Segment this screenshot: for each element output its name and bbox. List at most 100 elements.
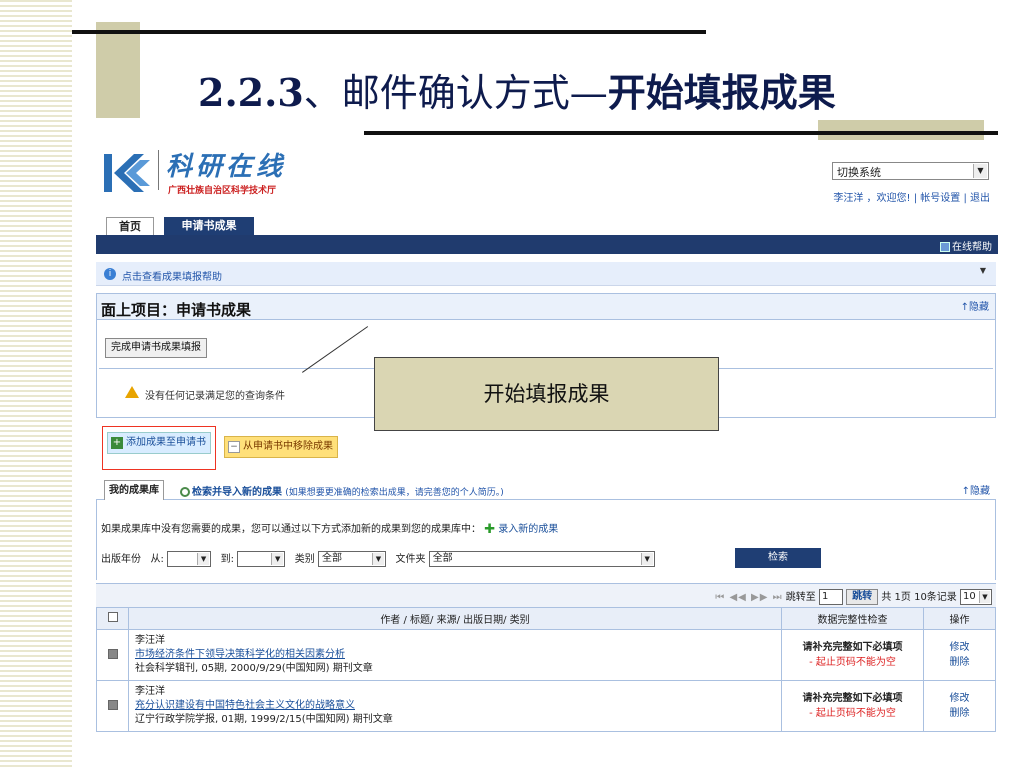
integrity-title: 请补充完整如下必填项: [802, 642, 903, 653]
search-icon: [180, 487, 190, 497]
year-label: 出版年份: [101, 554, 141, 565]
jump-button[interactable]: 跳转: [846, 589, 879, 605]
plus-icon: ✚: [484, 521, 496, 537]
tab-application-results[interactable]: 申请书成果: [164, 217, 254, 235]
add-to-application-button[interactable]: + 添加成果至申请书: [107, 432, 211, 454]
category-select[interactable]: 全部 ▼: [317, 551, 386, 567]
select-all-checkbox[interactable]: [107, 612, 118, 622]
library-body: 如果成果库中没有您需要的成果，您可以通过以下方式添加新的成果到您的成果库中： ✚…: [96, 500, 996, 580]
table-header-row: 作者 / 标题/ 来源/ 出版日期/ 类别 数据完整性检查 操作: [96, 607, 996, 630]
hide-link[interactable]: ↑隐藏: [962, 482, 990, 497]
ops-cell: 修改 删除: [923, 629, 996, 681]
decorative-block: [96, 22, 140, 118]
tab-search-import[interactable]: 检索并导入新的成果 (如果想要更准确的检索出成果，请完善您的个人简历。): [180, 483, 504, 498]
edit-link[interactable]: 修改: [924, 691, 995, 706]
add-to-application-label: 添加成果至申请书: [126, 437, 206, 448]
online-help-link[interactable]: 在线帮助: [940, 238, 992, 253]
pager-arrows[interactable]: ⏮ ◀◀ ▶▶ ⏭: [715, 592, 782, 603]
chevron-down-icon: ▼: [640, 553, 653, 565]
result-author: 李汪洋: [135, 686, 165, 697]
project-section-header: 面上项目：申请书成果 ↑隐藏: [97, 294, 995, 320]
folder-label: 文件夹: [395, 554, 426, 565]
search-button[interactable]: 检索: [735, 548, 821, 568]
remove-from-application-button[interactable]: − 从申请书中移除成果: [224, 436, 338, 458]
integrity-cell: 请补充完整如下必填项 - 起止页码不能为空: [781, 680, 924, 732]
info-icon: i: [104, 268, 116, 280]
integrity-error: - 起止页码不能为空: [809, 657, 896, 668]
logo-subtitle: 广西壮族自治区科学技术厅: [168, 186, 277, 196]
result-title-link[interactable]: 市场经济条件下领导决策科学化的相关因素分析: [135, 648, 775, 662]
logo-name: 科研在线: [166, 152, 287, 182]
title-end: 开始填报成果: [607, 70, 836, 115]
per-page-select[interactable]: 10 ▼: [960, 589, 992, 605]
highlight-frame: + 添加成果至申请书: [102, 426, 216, 470]
integrity-cell: 请补充完整如下必填项 - 起止页码不能为空: [781, 629, 924, 681]
hide-link[interactable]: ↑隐藏: [961, 298, 989, 313]
chevron-down-icon: ▼: [197, 553, 210, 565]
to-label: 到:: [220, 554, 235, 565]
folder-select[interactable]: 全部 ▼: [428, 551, 655, 567]
decorative-rule: [364, 131, 998, 135]
new-result-link[interactable]: 录入新的成果: [498, 524, 558, 535]
chevron-down-icon: ▼: [271, 553, 284, 565]
pager: ⏮ ◀◀ ▶▶ ⏭ 跳转至 1 跳转 共 1页 10条记录 10 ▼: [96, 583, 996, 607]
library-header: 我的成果库 检索并导入新的成果 (如果想要更准确的检索出成果，请完善您的个人简历…: [96, 476, 996, 500]
decorative-rule: [72, 30, 706, 34]
edit-link[interactable]: 修改: [924, 640, 995, 655]
minus-icon: −: [228, 441, 240, 453]
result-source: 社会科学辑刊, 05期, 2000/9/29(中国知网) 期刊文章: [135, 663, 373, 674]
result-author: 李汪洋: [135, 635, 165, 646]
filter-row: 出版年份 从: ▼ 到: ▼ 类别 全部 ▼ 文件夹 全部 ▼: [101, 550, 655, 567]
pager-summary: 共 1页 10条记录: [881, 592, 957, 603]
nav-bar: 在线帮助: [96, 235, 998, 254]
delete-link[interactable]: 删除: [924, 706, 995, 721]
row-checkbox-cell: [96, 629, 129, 681]
integrity-error: - 起止页码不能为空: [809, 708, 896, 719]
row-checkbox-cell: [96, 680, 129, 732]
row-checkbox[interactable]: [107, 699, 118, 710]
slide-title: 2.2.3、邮件确认方式—开始填报成果: [198, 62, 836, 117]
page-input[interactable]: 1: [818, 589, 843, 605]
plus-icon: +: [111, 437, 123, 449]
decorative-stripes: [0, 0, 72, 768]
pager-controls: ⏮ ◀◀ ▶▶ ⏭ 跳转至 1 跳转 共 1页 10条记录 10 ▼: [715, 588, 992, 605]
help-icon: [940, 242, 950, 252]
help-bar-text: 点击查看成果填报帮助: [122, 272, 222, 283]
switch-system-value: 切换系统: [837, 166, 881, 179]
empty-result-text: 没有任何记录满足您的查询条件: [145, 391, 285, 402]
online-help-label: 在线帮助: [952, 242, 992, 253]
results-table: 作者 / 标题/ 来源/ 出版日期/ 类别 数据完整性检查 操作 李汪洋 市场经…: [96, 607, 996, 732]
chevron-down-icon: ▼: [371, 553, 384, 565]
search-import-label: 检索并导入新的成果: [192, 487, 282, 498]
from-label: 从:: [150, 554, 164, 565]
user-account-links[interactable]: 李汪洋 ，欢迎您! | 帐号设置 | 退出: [833, 189, 990, 204]
result-title-link[interactable]: 充分认识建设有中国特色社会主义文化的战略意义: [135, 699, 775, 713]
chevron-down-icon: ▼: [979, 266, 986, 275]
callout-box: 开始填报成果: [374, 357, 719, 431]
year-to-select[interactable]: ▼: [237, 551, 286, 567]
column-header: 作者 / 标题/ 来源/ 出版日期/ 类别: [128, 607, 782, 630]
tab-home[interactable]: 首页: [106, 217, 154, 235]
table-row: 李汪洋 市场经济条件下领导决策科学化的相关因素分析 社会科学辑刊, 05期, 2…: [96, 629, 996, 681]
complete-filing-button[interactable]: 完成申请书成果填报: [105, 338, 207, 358]
switch-system-select[interactable]: 切换系统 ▼: [832, 162, 989, 180]
column-header: 数据完整性检查: [781, 607, 924, 630]
chevron-down-icon: ▼: [973, 164, 987, 178]
title-number: 2.2.3: [198, 70, 304, 115]
logo-icon: [104, 154, 150, 192]
table-row: 李汪洋 充分认识建设有中国特色社会主义文化的战略意义 辽宁行政学院学报, 01期…: [96, 680, 996, 732]
category-label: 类别: [294, 554, 315, 565]
help-bar[interactable]: i 点击查看成果填报帮助 ▼: [96, 262, 996, 286]
search-import-note: (如果想要更准确的检索出成果，请完善您的个人简历。): [285, 488, 504, 498]
result-cell: 李汪洋 市场经济条件下领导决策科学化的相关因素分析 社会科学辑刊, 05期, 2…: [128, 629, 782, 681]
add-new-result-text: 如果成果库中没有您需要的成果，您可以通过以下方式添加新的成果到您的成果库中：: [101, 524, 481, 535]
tab-my-results[interactable]: 我的成果库: [104, 480, 164, 500]
add-new-result-line: 如果成果库中没有您需要的成果，您可以通过以下方式添加新的成果到您的成果库中： ✚…: [101, 520, 558, 537]
row-checkbox[interactable]: [107, 648, 118, 659]
folder-value: 全部: [432, 553, 453, 564]
delete-link[interactable]: 删除: [924, 655, 995, 670]
logo-divider: [158, 150, 159, 190]
result-cell: 李汪洋 充分认识建设有中国特色社会主义文化的战略意义 辽宁行政学院学报, 01期…: [128, 680, 782, 732]
category-value: 全部: [321, 553, 342, 564]
year-from-select[interactable]: ▼: [167, 551, 212, 567]
